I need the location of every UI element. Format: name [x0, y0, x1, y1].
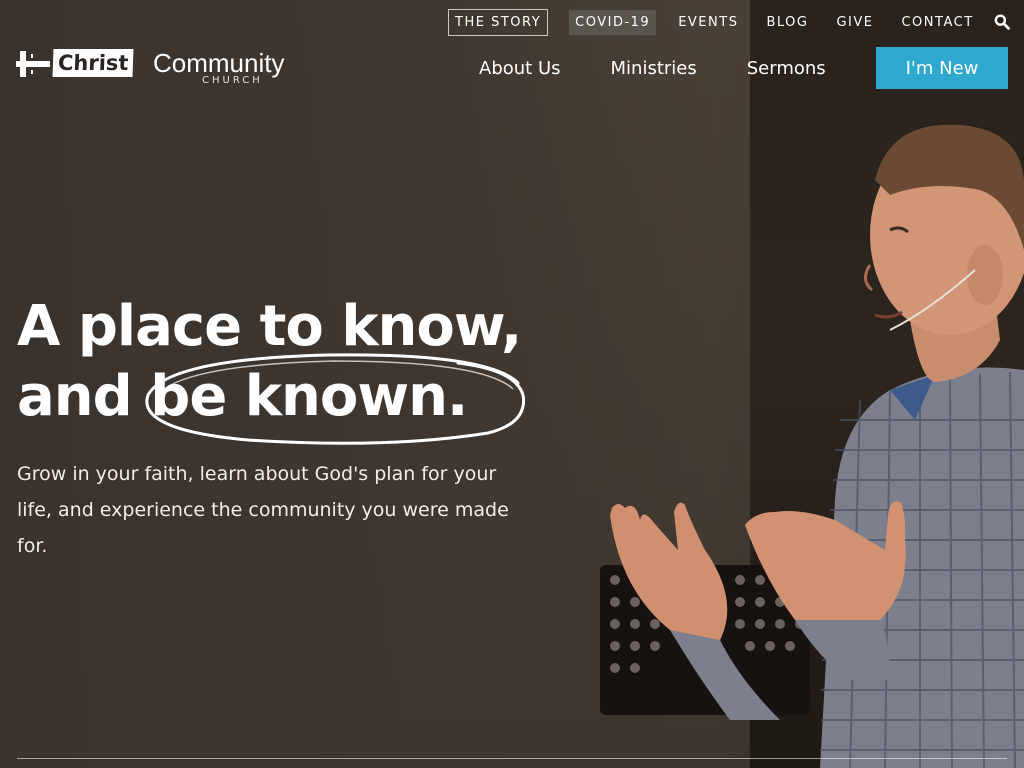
im-new-button[interactable]: I'm New — [876, 47, 1008, 89]
logo-community: Community — [153, 48, 285, 78]
headline-line-1: A place to know, — [17, 294, 522, 359]
nav-contact[interactable]: CONTACT — [895, 10, 979, 35]
headline-line-2: and be known. — [17, 364, 468, 429]
cross-icon — [16, 51, 50, 77]
speaker-photo — [600, 124, 1024, 768]
nav-covid-19[interactable]: COVID-19 — [569, 9, 657, 35]
logo-christ: Christ — [52, 49, 134, 77]
nav-ministries[interactable]: Ministries — [611, 58, 697, 79]
church-logo[interactable]: Christ Community CHURCH — [16, 47, 286, 89]
nav-sermons[interactable]: Sermons — [747, 58, 826, 79]
nav-blog[interactable]: BLOG — [760, 10, 814, 35]
utility-nav: THE STORY COVID-19 EVENTS BLOG GIVE CONT… — [448, 8, 1010, 36]
nav-the-story[interactable]: THE STORY — [448, 8, 549, 36]
logo-church: CHURCH — [202, 75, 263, 86]
section-divider — [17, 758, 1007, 759]
search-icon[interactable] — [994, 13, 1010, 31]
nav-events[interactable]: EVENTS — [672, 10, 744, 35]
nav-about-us[interactable]: About Us — [479, 58, 561, 79]
nav-give[interactable]: GIVE — [830, 10, 879, 35]
hero-subhead: Grow in your faith, learn about God's pl… — [17, 463, 509, 557]
hero-headline: A place to know, and be known. — [17, 292, 637, 432]
main-nav: About Us Ministries Sermons — [460, 47, 857, 89]
